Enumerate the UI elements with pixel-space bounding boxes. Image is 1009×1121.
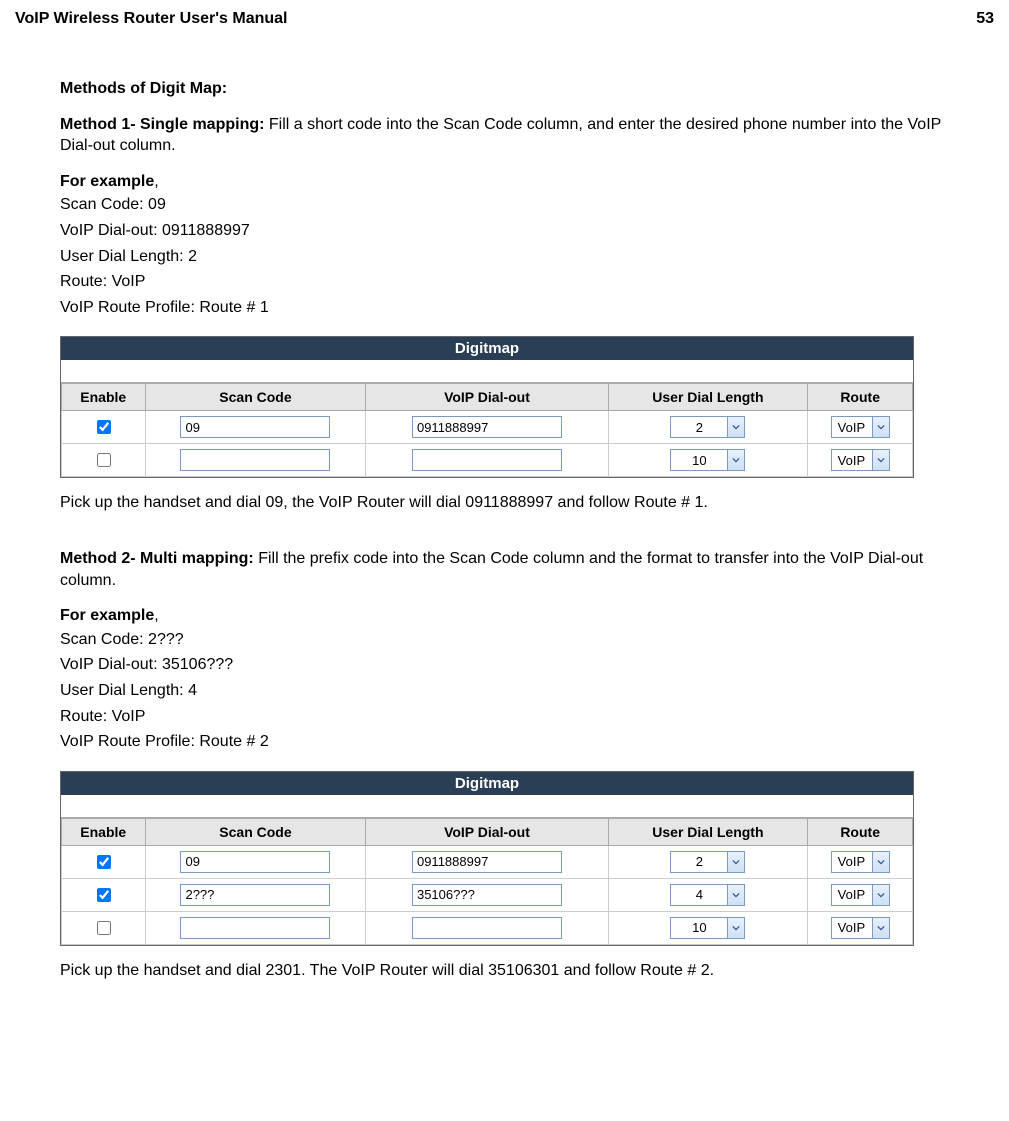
table-row: 4 VoIP [62, 878, 913, 911]
voip-dialout-input[interactable] [412, 917, 562, 939]
digitmap-table: Enable Scan Code VoIP Dial-out User Dial… [61, 818, 913, 945]
enable-checkbox[interactable] [97, 420, 111, 434]
example-line: Scan Code: 09 [60, 194, 974, 216]
method2-paragraph: Method 2- Multi mapping: Fill the prefix… [60, 548, 974, 591]
scan-code-input[interactable] [180, 917, 330, 939]
example-label: For example [60, 173, 154, 190]
voip-dialout-input[interactable] [412, 851, 562, 873]
method1-paragraph: Method 1- Single mapping: Fill a short c… [60, 114, 974, 157]
digitmap-panel-1: Digitmap Enable Scan Code VoIP Dial-out … [60, 336, 914, 478]
table-header-row: Enable Scan Code VoIP Dial-out User Dial… [62, 384, 913, 411]
digitmap-panel-2: Digitmap Enable Scan Code VoIP Dial-out … [60, 771, 914, 946]
col-enable: Enable [62, 384, 146, 411]
chevron-down-icon [727, 852, 744, 872]
example-line: VoIP Route Profile: Route # 1 [60, 297, 974, 319]
example-line: Scan Code: 2??? [60, 629, 974, 651]
chevron-down-icon [727, 450, 744, 470]
col-route: Route [808, 384, 913, 411]
col-dial: VoIP Dial-out [366, 818, 608, 845]
method2-footer: Pick up the handset and dial 2301. The V… [60, 960, 974, 982]
user-dial-length-select[interactable]: 10 [670, 917, 745, 939]
chevron-down-icon [872, 417, 889, 437]
user-dial-length-select[interactable]: 2 [670, 851, 745, 873]
section-title: Methods of Digit Map: [60, 78, 974, 100]
method1-footer: Pick up the handset and dial 09, the VoI… [60, 492, 974, 514]
table-row: 2 VoIP [62, 845, 913, 878]
voip-dialout-input[interactable] [412, 449, 562, 471]
enable-checkbox[interactable] [97, 921, 111, 935]
col-scan: Scan Code [145, 384, 366, 411]
voip-dialout-input[interactable] [412, 416, 562, 438]
digitmap-title: Digitmap [61, 337, 913, 360]
route-select[interactable]: VoIP [831, 884, 890, 906]
example-line: VoIP Dial-out: 0911888997 [60, 220, 974, 242]
example-line: User Dial Length: 4 [60, 680, 974, 702]
col-dial: VoIP Dial-out [366, 384, 608, 411]
scan-code-input[interactable] [180, 449, 330, 471]
digitmap-title: Digitmap [61, 772, 913, 795]
scan-code-input[interactable] [180, 884, 330, 906]
route-select[interactable]: VoIP [831, 851, 890, 873]
page-content: Methods of Digit Map: Method 1- Single m… [60, 78, 974, 981]
chevron-down-icon [872, 450, 889, 470]
manual-title: VoIP Wireless Router User's Manual [15, 10, 288, 28]
user-dial-length-select[interactable]: 10 [670, 449, 745, 471]
enable-checkbox[interactable] [97, 888, 111, 902]
chevron-down-icon [872, 852, 889, 872]
scan-code-input[interactable] [180, 851, 330, 873]
method2-example: For example, Scan Code: 2??? VoIP Dial-o… [60, 605, 974, 753]
col-enable: Enable [62, 818, 146, 845]
method2-title: Method 2- Multi mapping: [60, 550, 254, 567]
voip-dialout-input[interactable] [412, 884, 562, 906]
page-header: VoIP Wireless Router User's Manual 53 [15, 10, 994, 28]
col-scan: Scan Code [145, 818, 366, 845]
user-dial-length-select[interactable]: 4 [670, 884, 745, 906]
example-line: User Dial Length: 2 [60, 246, 974, 268]
table-row: 10 VoIP [62, 911, 913, 944]
example-label: For example [60, 607, 154, 624]
page-number: 53 [976, 10, 994, 28]
enable-checkbox[interactable] [97, 453, 111, 467]
method1-title: Method 1- Single mapping: [60, 116, 264, 133]
example-line: VoIP Route Profile: Route # 2 [60, 731, 974, 753]
enable-checkbox[interactable] [97, 855, 111, 869]
route-select[interactable]: VoIP [831, 449, 890, 471]
example-line: VoIP Dial-out: 35106??? [60, 654, 974, 676]
col-len: User Dial Length [608, 818, 808, 845]
col-route: Route [808, 818, 913, 845]
chevron-down-icon [727, 885, 744, 905]
table-row: 10 VoIP [62, 444, 913, 477]
route-select[interactable]: VoIP [831, 416, 890, 438]
digitmap-table: Enable Scan Code VoIP Dial-out User Dial… [61, 383, 913, 477]
table-header-row: Enable Scan Code VoIP Dial-out User Dial… [62, 818, 913, 845]
chevron-down-icon [872, 918, 889, 938]
chevron-down-icon [727, 918, 744, 938]
user-dial-length-select[interactable]: 2 [670, 416, 745, 438]
col-len: User Dial Length [608, 384, 808, 411]
method1-example: For example, Scan Code: 09 VoIP Dial-out… [60, 171, 974, 319]
chevron-down-icon [727, 417, 744, 437]
table-row: 2 VoIP [62, 411, 913, 444]
example-line: Route: VoIP [60, 706, 974, 728]
scan-code-input[interactable] [180, 416, 330, 438]
chevron-down-icon [872, 885, 889, 905]
example-line: Route: VoIP [60, 271, 974, 293]
route-select[interactable]: VoIP [831, 917, 890, 939]
